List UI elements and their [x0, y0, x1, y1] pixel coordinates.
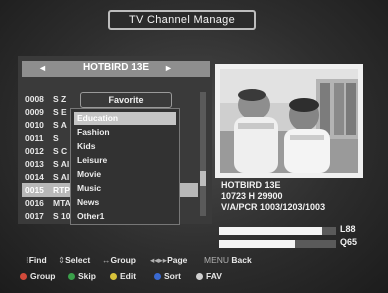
- help-select: ⇕Select: [58, 255, 91, 265]
- green-key-icon: [68, 273, 75, 280]
- fav-button[interactable]: FAV: [196, 271, 222, 281]
- favorite-item[interactable]: Fashion: [74, 126, 176, 139]
- leftright-key-icon: ↔: [102, 255, 111, 265]
- signal-level-label: L88: [340, 224, 356, 234]
- video-preview: [220, 69, 358, 173]
- yellow-key-icon: [110, 273, 117, 280]
- channel-number: 0012: [25, 146, 44, 156]
- right-arrow-icon[interactable]: ►: [164, 63, 173, 73]
- tv-screen: TV Channel Manage ◄ HOTBIRD 13E ► 0008 S …: [0, 0, 388, 293]
- group-button[interactable]: Group: [20, 271, 56, 281]
- favorite-item[interactable]: Education: [74, 112, 176, 125]
- channel-name: S Al: [53, 159, 70, 169]
- help-back: MENU Back: [204, 255, 252, 265]
- channel-number: 0014: [25, 172, 44, 182]
- channel-number: 0013: [25, 159, 44, 169]
- satellite-name: HOTBIRD 13E: [82, 62, 150, 73]
- channel-name: S: [53, 133, 59, 143]
- channel-name: S Z: [53, 94, 67, 104]
- red-key-icon: [20, 273, 27, 280]
- help-find: ⁝Find: [26, 255, 47, 265]
- edit-button[interactable]: Edit: [110, 271, 136, 281]
- favorite-item[interactable]: Music: [74, 182, 176, 195]
- page-key-icon: ◂◂▸▸: [150, 255, 168, 265]
- channel-number: 0010: [25, 120, 44, 130]
- skip-button[interactable]: Skip: [68, 271, 96, 281]
- channel-number: 0009: [25, 107, 44, 117]
- signal-level-bar: [219, 227, 336, 235]
- page-title: TV Channel Manage: [108, 10, 256, 30]
- favorite-item[interactable]: Kids: [74, 140, 176, 153]
- help-page: ◂◂▸▸Page: [150, 255, 188, 265]
- info-pids: V/A/PCR 1003/1203/1003: [221, 202, 326, 212]
- favorite-item[interactable]: News: [74, 196, 176, 209]
- info-transponder: 10723 H 29900: [221, 191, 283, 201]
- favorite-popup: Favorite Education Fashion Kids Leisure Movi…: [68, 92, 184, 226]
- fav-key-icon: [196, 273, 203, 280]
- signal-level-fill: [219, 227, 322, 235]
- info-satellite: HOTBIRD 13E: [221, 180, 281, 190]
- favorite-item[interactable]: Leisure: [74, 154, 176, 167]
- channel-info: HOTBIRD 13E 10723 H 29900 V/A/PCR 1003/1…: [221, 180, 325, 213]
- channel-number: 0011: [25, 133, 44, 143]
- video-preview-image: [220, 69, 358, 173]
- signal-quality-bar: [219, 240, 336, 248]
- sort-button[interactable]: Sort: [154, 271, 181, 281]
- favorite-popup-title: Favorite: [80, 92, 172, 108]
- channel-number: 0017: [25, 211, 44, 221]
- favorite-item[interactable]: Movie: [74, 168, 176, 181]
- channel-name: S C: [53, 146, 68, 156]
- help-group: ↔Group: [102, 255, 136, 265]
- favorite-list: Education Fashion Kids Leisure Movie Music New…: [70, 108, 180, 225]
- satellite-selector[interactable]: ◄ HOTBIRD 13E ►: [22, 61, 210, 77]
- channel-name: S E: [53, 107, 67, 117]
- channel-number: 0015: [25, 185, 44, 195]
- signal-quality-fill: [219, 240, 296, 248]
- scrollbar-thumb[interactable]: [200, 171, 206, 186]
- channel-number: 0016: [25, 198, 44, 208]
- left-arrow-icon[interactable]: ◄: [38, 63, 47, 73]
- menu-key-label: MENU: [204, 255, 230, 265]
- favorite-item[interactable]: Other1: [74, 210, 176, 223]
- blue-key-icon: [154, 273, 161, 280]
- signal-quality-label: Q65: [340, 237, 358, 247]
- channel-number: 0008: [25, 94, 44, 104]
- channel-name: S A: [53, 120, 67, 130]
- scrollbar[interactable]: [200, 92, 206, 216]
- channel-name: S Al: [53, 172, 70, 182]
